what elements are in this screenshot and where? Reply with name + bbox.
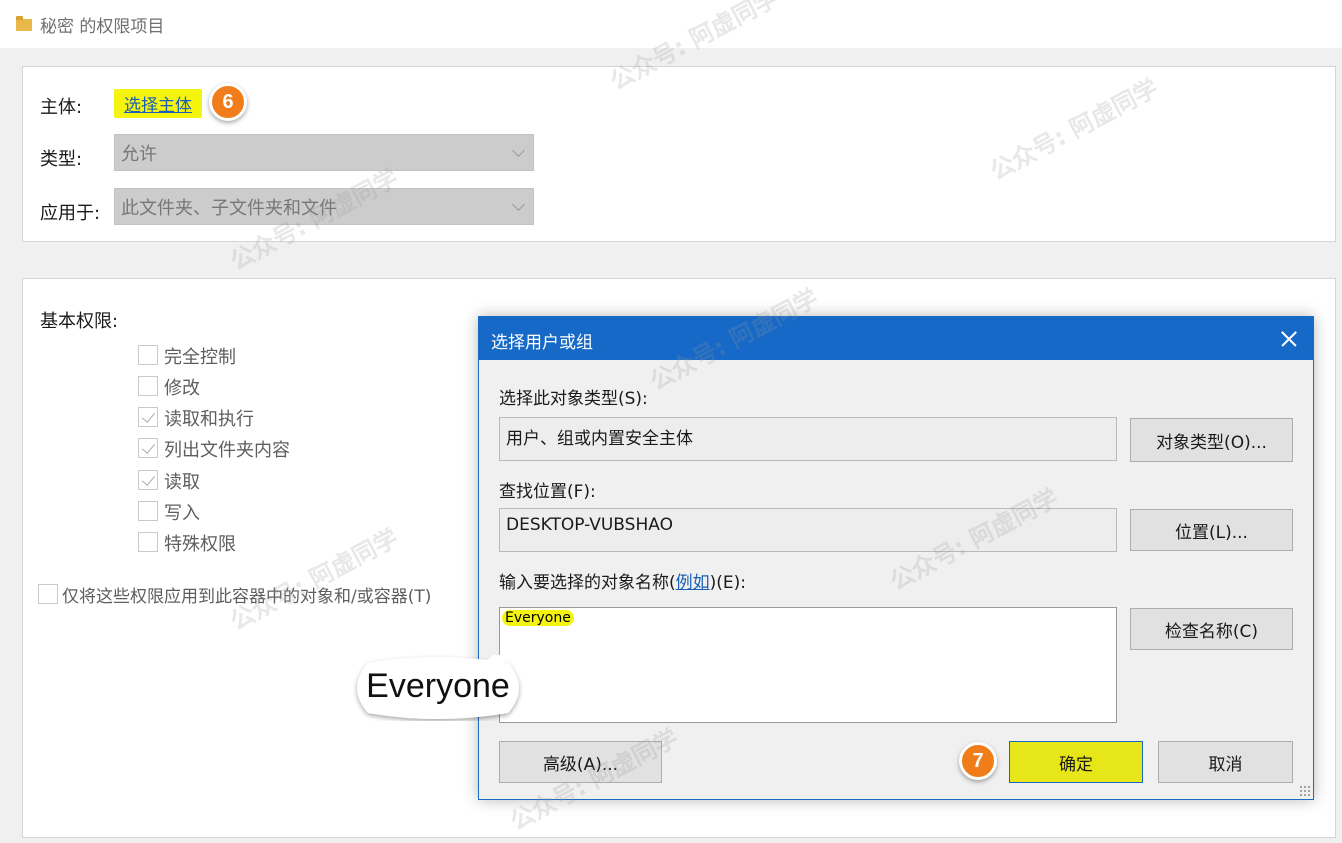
select-users-dialog: 选择用户或组 选择此对象类型(S): 用户、组或内置安全主体 对象类型(O)..… — [478, 316, 1314, 800]
checkbox-apply-only-container[interactable] — [38, 584, 58, 604]
checkbox-label: 特殊权限 — [164, 534, 236, 555]
checkbox-label: 列出文件夹内容 — [164, 440, 290, 461]
select-principal-link[interactable]: 选择主体 — [114, 89, 202, 118]
apply-only-label: 仅将这些权限应用到此容器中的对象和/或容器(T) — [62, 587, 432, 607]
principal-label: 主体: — [40, 97, 83, 118]
location-field: DESKTOP-VUBSHAO — [499, 508, 1117, 552]
checkbox-label: 修改 — [164, 378, 200, 399]
ok-button[interactable]: 确定 — [1009, 741, 1143, 783]
close-icon[interactable] — [1271, 321, 1307, 357]
dialog-titlebar: 选择用户或组 — [479, 317, 1313, 360]
basic-permissions-heading: 基本权限: — [40, 311, 119, 332]
checkbox-label: 读取和执行 — [164, 409, 254, 430]
window-titlebar: 秘密 的权限项目 — [0, 0, 1342, 48]
checkbox-read[interactable] — [138, 470, 158, 490]
checkbox-special[interactable] — [138, 532, 158, 552]
step-6-badge: 6 — [209, 83, 247, 121]
folder-icon — [16, 16, 32, 32]
checkbox-label: 写入 — [164, 503, 200, 524]
locations-button[interactable]: 位置(L)... — [1130, 509, 1293, 551]
checkbox-list-folder[interactable] — [138, 438, 158, 458]
checkbox-full-control[interactable] — [138, 345, 158, 365]
cancel-button[interactable]: 取消 — [1158, 741, 1293, 783]
checkbox-write[interactable] — [138, 501, 158, 521]
dialog-title: 选择用户或组 — [491, 333, 593, 353]
chevron-down-icon — [512, 198, 525, 211]
object-type-label: 选择此对象类型(S): — [499, 389, 648, 409]
checkbox-label: 读取 — [164, 472, 200, 493]
checkbox-label: 完全控制 — [164, 347, 236, 368]
object-names-label: 输入要选择的对象名称(例如)(E): — [499, 573, 747, 593]
step-7-badge: 7 — [959, 742, 997, 780]
window-title: 秘密 的权限项目 — [40, 16, 165, 37]
type-label: 类型: — [40, 149, 83, 170]
checkbox-read-execute[interactable] — [138, 407, 158, 427]
everyone-callout: Everyone — [348, 655, 528, 721]
applies-to-label: 应用于: — [40, 203, 101, 224]
advanced-button[interactable]: 高级(A)... — [499, 741, 662, 783]
examples-link[interactable]: 例如 — [676, 573, 710, 593]
check-names-button[interactable]: 检查名称(C) — [1130, 608, 1293, 650]
callout-text: Everyone — [366, 667, 510, 705]
chevron-down-icon — [512, 144, 525, 157]
location-label: 查找位置(F): — [499, 482, 596, 502]
type-dropdown[interactable]: 允许 — [114, 134, 534, 171]
checkbox-modify[interactable] — [138, 376, 158, 396]
resize-grip-icon[interactable] — [1299, 785, 1311, 797]
object-names-value: Everyone — [502, 610, 574, 626]
object-names-input[interactable]: Everyone — [499, 607, 1117, 723]
object-types-button[interactable]: 对象类型(O)... — [1130, 418, 1293, 462]
applies-to-dropdown[interactable]: 此文件夹、子文件夹和文件 — [114, 188, 534, 225]
object-type-field: 用户、组或内置安全主体 — [499, 417, 1117, 461]
